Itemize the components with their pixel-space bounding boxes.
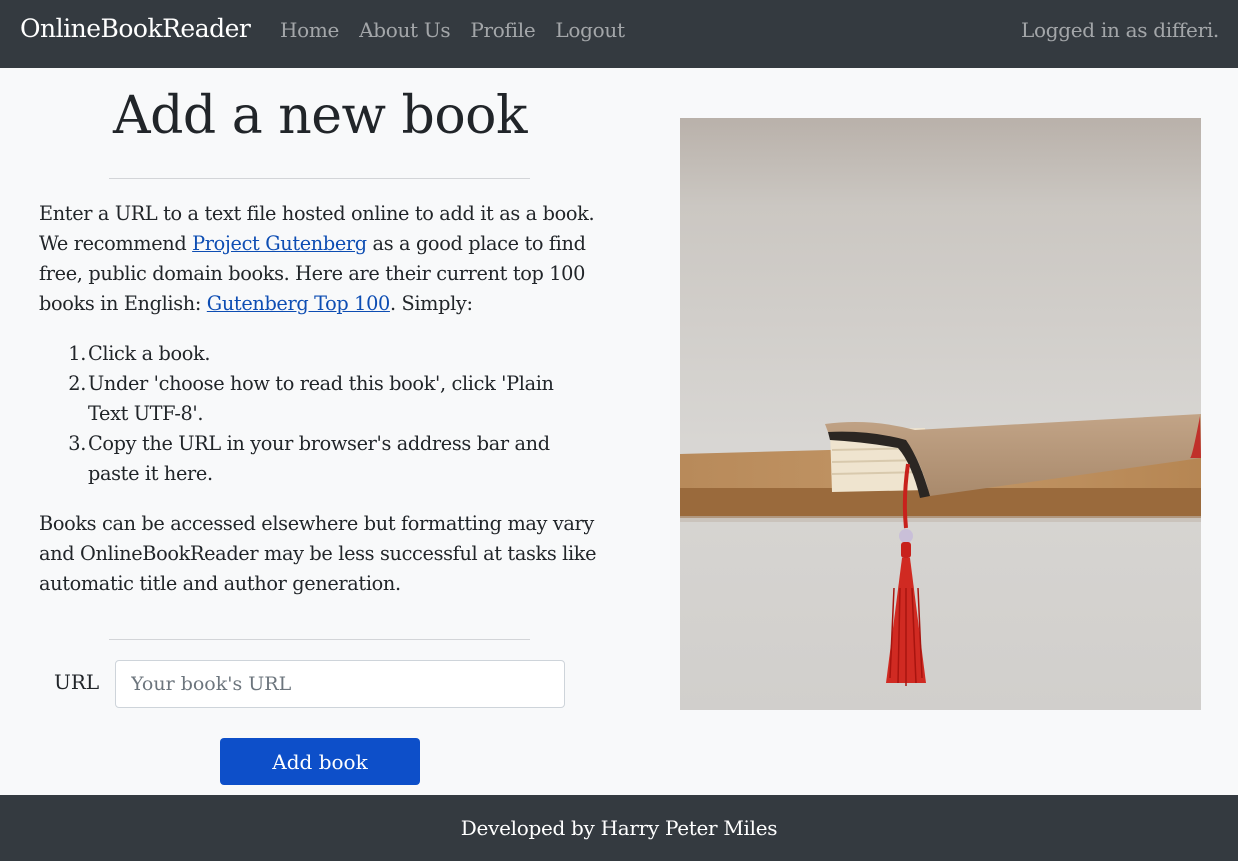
- divider: [109, 639, 530, 640]
- footer: Developed by Harry Peter Miles: [0, 795, 1238, 861]
- step-text: Copy the URL in your browser's address b…: [88, 432, 550, 485]
- intro-paragraph: Enter a URL to a text file hosted online…: [39, 199, 599, 319]
- intro-text: . Simply:: [389, 292, 473, 315]
- url-input[interactable]: [115, 660, 565, 708]
- brand-link[interactable]: OnlineBookReader: [20, 14, 251, 43]
- gutenberg-top-100-link[interactable]: Gutenberg Top 100: [207, 292, 390, 315]
- page-title: Add a new book: [113, 86, 527, 146]
- book-photo: [680, 118, 1201, 710]
- divider: [109, 178, 530, 179]
- project-gutenberg-link[interactable]: Project Gutenberg: [192, 232, 367, 255]
- nav-link-about-us[interactable]: About Us: [359, 18, 451, 42]
- list-item: 1. Click a book.: [68, 342, 211, 365]
- formatting-note: Books can be accessed elsewhere but form…: [39, 512, 597, 595]
- step-text: Click a book.: [88, 342, 211, 365]
- nav-links: Home About Us Profile Logout: [280, 18, 645, 42]
- logged-in-status: Logged in as differi.: [1021, 18, 1219, 42]
- top-navbar: OnlineBookReader Home About Us Profile L…: [0, 0, 1238, 68]
- footer-credit: Developed by Harry Peter Miles: [460, 816, 778, 840]
- list-item: 2. Under 'choose how to read this book', …: [68, 372, 554, 425]
- book-on-shelf-illustration: [680, 118, 1201, 710]
- add-book-button[interactable]: Add book: [220, 738, 420, 785]
- nav-link-logout[interactable]: Logout: [555, 18, 625, 42]
- list-item: 3. Copy the URL in your browser's address…: [68, 432, 550, 485]
- url-label: URL: [54, 670, 100, 694]
- nav-link-home[interactable]: Home: [280, 18, 339, 42]
- step-text: Under 'choose how to read this book', cl…: [88, 372, 554, 425]
- nav-link-profile[interactable]: Profile: [470, 18, 535, 42]
- instructions-list: 1. Click a book. 2. Under 'choose how to r…: [68, 339, 588, 489]
